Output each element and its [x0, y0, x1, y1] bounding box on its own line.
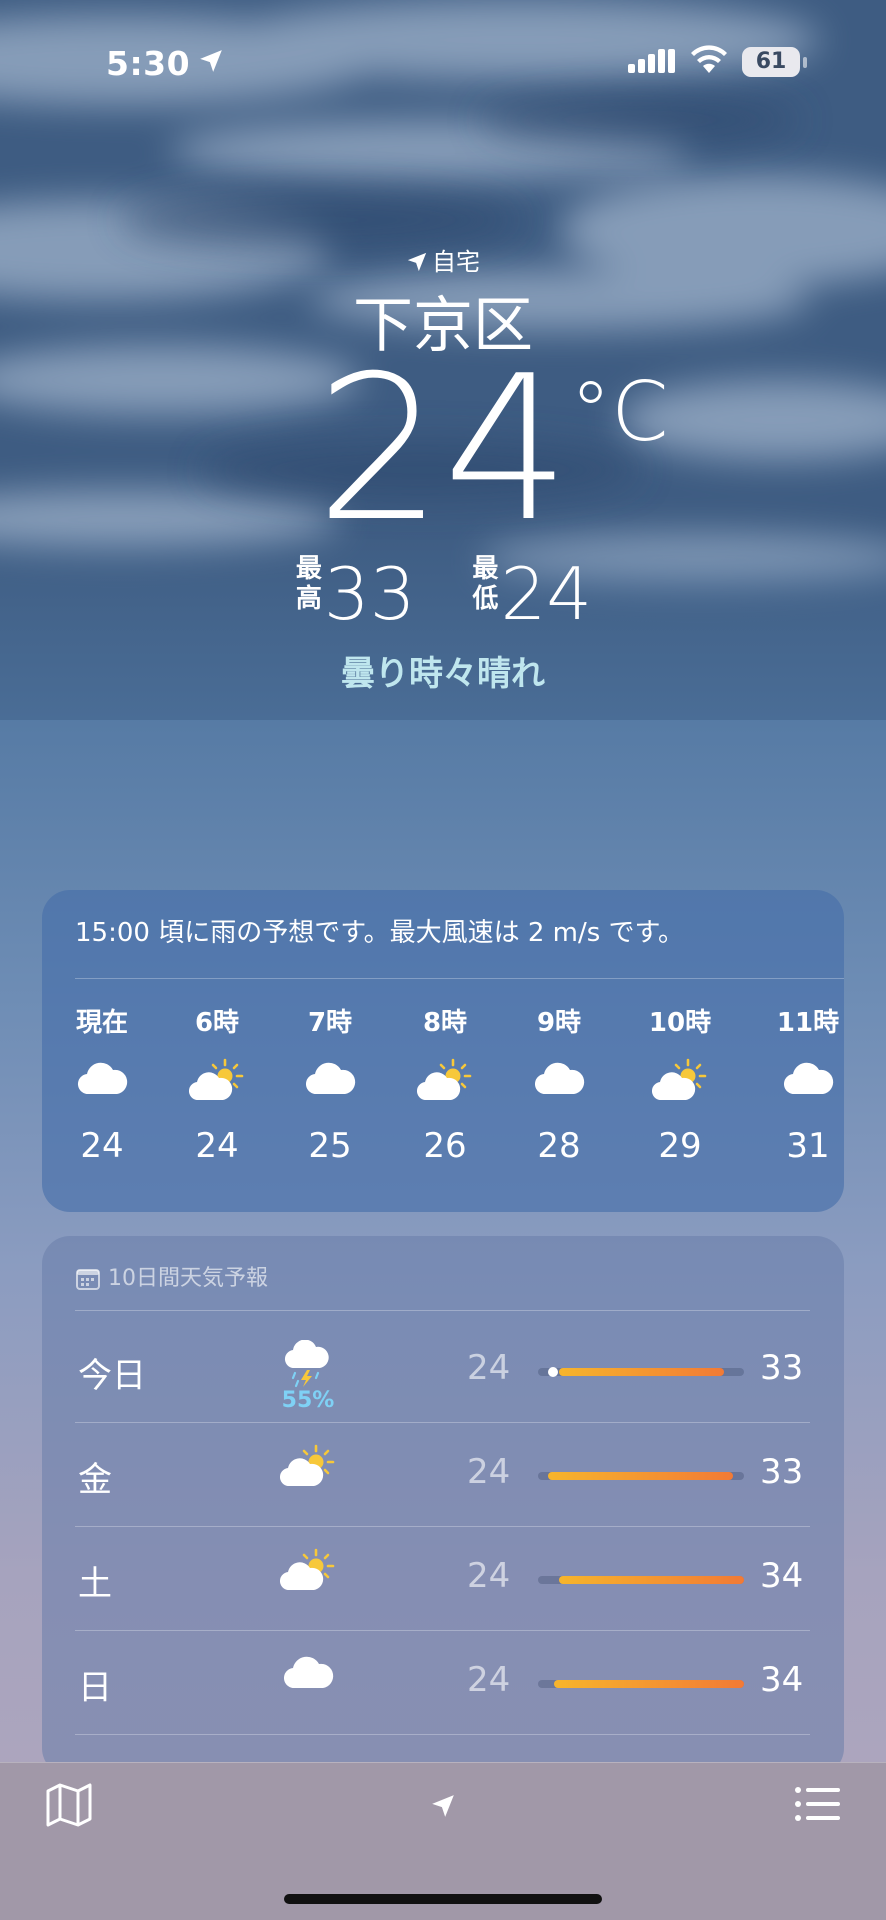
- battery-tip: [803, 57, 807, 68]
- partly-sunny-icon: [278, 1548, 338, 1596]
- home-location-label: 自宅: [0, 242, 886, 277]
- daily-forecast-card[interactable]: 10日間天気予報 今日 55% 24 33 金 24 33 土 24 34 日 24 34: [42, 1236, 844, 1776]
- hour-item: 現在 24: [52, 1002, 152, 1166]
- temp-range-bar: [538, 1367, 744, 1377]
- day-name: 今日: [78, 1356, 146, 1396]
- hour-time: 6時: [194, 1008, 240, 1038]
- hour-temp: 31: [786, 1126, 830, 1166]
- partly-sunny-icon: [630, 1058, 730, 1118]
- day-high: 34: [760, 1660, 804, 1700]
- temp-range-fill: [559, 1368, 724, 1376]
- high-low-temps: 最高33 最低24: [0, 552, 886, 636]
- status-time: 5:30: [106, 44, 191, 83]
- daily-title-text: 10日間天気予報: [108, 1266, 268, 1291]
- temp-range-fill: [554, 1680, 744, 1688]
- daily-forecast-title: 10日間天気予報: [76, 1260, 268, 1292]
- day-low: 24: [467, 1660, 511, 1700]
- high-label: 最高: [295, 554, 322, 614]
- temp-range-fill: [559, 1576, 744, 1584]
- hour-item: 7時 25: [280, 1002, 380, 1166]
- hour-item: 6時 24: [167, 1002, 267, 1166]
- day-row[interactable]: 金 24 33: [42, 1422, 844, 1526]
- day-name: 金: [78, 1460, 112, 1500]
- day-name: 日: [78, 1668, 112, 1708]
- temperature-number: 24: [315, 333, 571, 566]
- home-label-text: 自宅: [432, 248, 480, 276]
- hourly-forecast-card[interactable]: 15:00 頃に雨の予想です。最大風速は 2 m/s です。 現在 24 6時 24 7…: [42, 890, 844, 1212]
- day-low: 24: [467, 1348, 511, 1388]
- cloud-icon: [52, 1058, 152, 1118]
- day-low: 24: [467, 1452, 511, 1492]
- home-indicator: [284, 1894, 602, 1904]
- day-name: 土: [78, 1564, 112, 1604]
- hour-temp: 24: [80, 1126, 124, 1166]
- cloud-icon: [758, 1058, 858, 1118]
- cloud-icon: [280, 1058, 380, 1118]
- day-row[interactable]: 日 24 34: [42, 1630, 844, 1734]
- map-icon[interactable]: [46, 1783, 92, 1827]
- day-high: 34: [760, 1556, 804, 1596]
- hour-time: 11時: [776, 1008, 840, 1038]
- thunderstorm-icon: 55%: [278, 1339, 338, 1413]
- high-temp: 最高33: [294, 552, 416, 636]
- partly-sunny-icon: [278, 1444, 338, 1492]
- hour-temp: 28: [537, 1126, 581, 1166]
- hour-item: 11時 31: [758, 1002, 858, 1166]
- temp-range-fill: [548, 1472, 733, 1480]
- current-temperature: 24 °C: [0, 350, 886, 550]
- cloud-icon: [278, 1652, 338, 1696]
- status-bar: 5:30 61: [0, 38, 886, 88]
- hour-time: 10時: [648, 1008, 712, 1038]
- low-value: 24: [500, 552, 593, 636]
- location-arrow-icon: [407, 252, 427, 272]
- partly-sunny-icon: [167, 1058, 267, 1118]
- wifi-icon: [691, 45, 727, 73]
- hour-time: 現在: [75, 1008, 128, 1038]
- temperature-unit: °C: [570, 365, 669, 460]
- temp-range-bar: [538, 1680, 744, 1688]
- low-label: 最低: [472, 554, 499, 614]
- day-high: 33: [760, 1452, 804, 1492]
- hour-temp: 25: [308, 1126, 352, 1166]
- location-services-icon: [200, 50, 222, 72]
- daily-divider: [75, 1310, 810, 1311]
- hour-temp: 26: [423, 1126, 467, 1166]
- hour-time: 8時: [422, 1008, 468, 1038]
- hour-temp: 29: [658, 1126, 702, 1166]
- day-low: 24: [467, 1556, 511, 1596]
- temp-range-bar: [538, 1472, 744, 1480]
- hour-temp: 24: [195, 1126, 239, 1166]
- current-temp-dot: [548, 1367, 558, 1377]
- hour-item: 9時 28: [509, 1002, 609, 1166]
- calendar-icon: [76, 1269, 100, 1290]
- day-row[interactable]: 土 24 34: [42, 1526, 844, 1630]
- hourly-summary: 15:00 頃に雨の予想です。最大風速は 2 m/s です。: [75, 918, 684, 948]
- list-icon[interactable]: [794, 1785, 840, 1823]
- temperature-value: 24 °C: [316, 350, 669, 550]
- hour-time: 9時: [536, 1008, 582, 1038]
- day-row[interactable]: 今日 55% 24 33: [42, 1318, 844, 1422]
- weather-screen: 5:30 61 自宅 下京区 24 °C 最高33 最低24 曇り時々晴れ 15:…: [0, 0, 886, 1920]
- weather-condition: 曇り時々晴れ: [341, 654, 545, 694]
- temp-range-bar: [538, 1576, 744, 1584]
- hour-item: 10時 29: [630, 1002, 730, 1166]
- partly-sunny-icon: [395, 1058, 495, 1118]
- day-high: 33: [760, 1348, 804, 1388]
- low-temp: 最低24: [470, 552, 592, 636]
- high-value: 33: [323, 552, 416, 636]
- battery-indicator: 61: [742, 47, 800, 77]
- cellular-signal-icon: [628, 49, 675, 73]
- hour-item: 8時 26: [395, 1002, 495, 1166]
- hour-time: 7時: [307, 1008, 353, 1038]
- hourly-divider: [75, 978, 844, 979]
- row-divider: [75, 1734, 810, 1735]
- cloud-icon: [509, 1058, 609, 1118]
- location-arrow-icon[interactable]: [430, 1793, 456, 1819]
- precip-chance: 55%: [281, 1388, 335, 1413]
